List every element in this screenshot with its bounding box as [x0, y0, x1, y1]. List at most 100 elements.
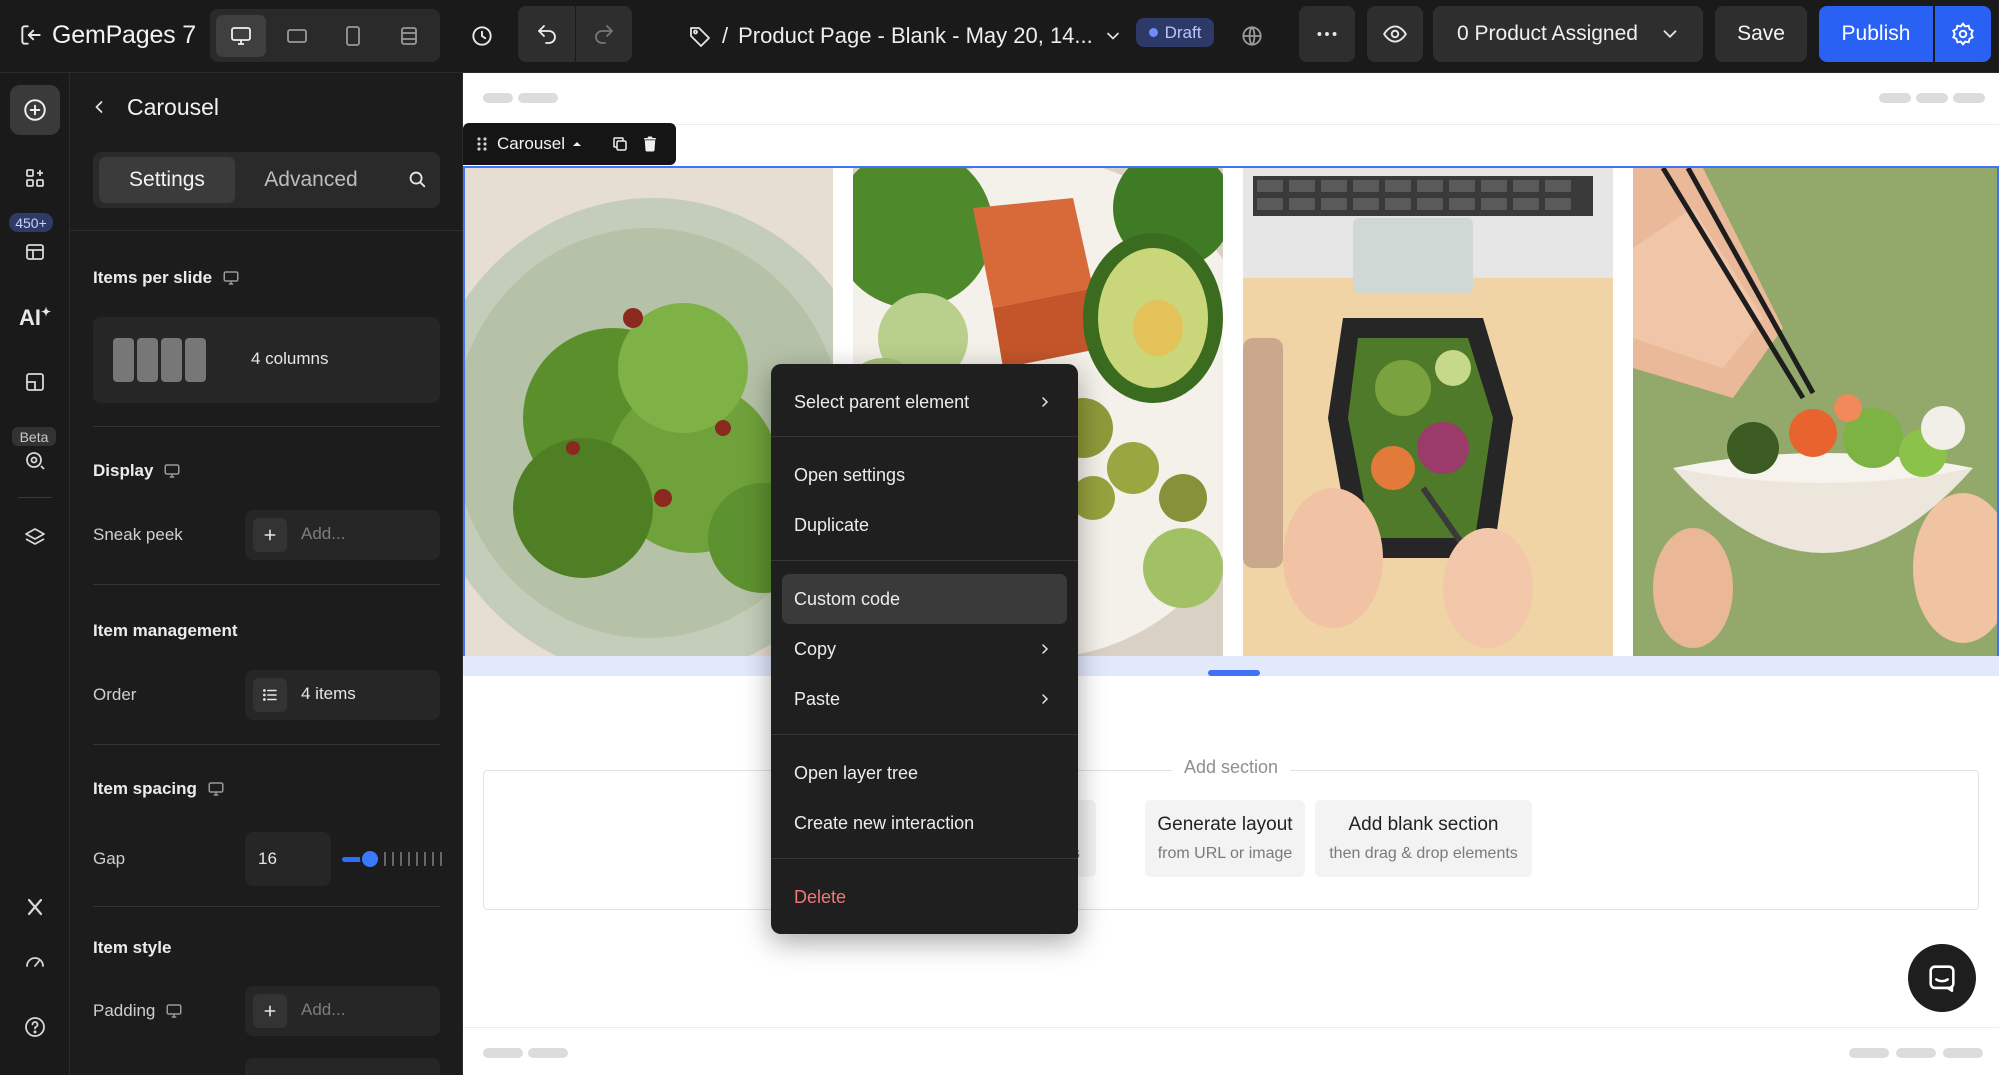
menu-item-paste[interactable]: Paste [782, 674, 1067, 724]
left-icon-rail: 450+ AI ✦ Beta [0, 73, 70, 1075]
more-options-button[interactable] [1299, 6, 1355, 62]
history-button[interactable] [460, 14, 504, 58]
gap-value: 16 [258, 849, 277, 868]
speed-button[interactable] [10, 936, 60, 986]
item-spacing-label: Item spacing [93, 779, 197, 798]
elements-icon [26, 169, 44, 187]
selected-element-toolbar: Carousel [463, 123, 676, 165]
generate-layout-card[interactable]: Generate layout from URL or image [1145, 800, 1305, 877]
page-name-selector[interactable]: / Product Page - Blank - May 20, 14... [688, 14, 1123, 58]
templates-button[interactable] [10, 227, 60, 277]
layers-button[interactable] [10, 513, 60, 563]
undo-button[interactable] [518, 6, 575, 62]
tablet-landscape-view-button[interactable] [272, 15, 322, 57]
padding-label: Padding [93, 1001, 156, 1020]
x-icon [27, 898, 43, 916]
redo-button[interactable] [575, 6, 632, 62]
eye-icon [1383, 25, 1407, 43]
carousel-resize-handle[interactable] [1208, 670, 1260, 676]
add-blank-section-card[interactable]: Add blank section then drag & drop eleme… [1315, 800, 1532, 877]
desktop-icon [164, 464, 180, 478]
generate-layout-subtitle: from URL or image [1157, 845, 1293, 862]
menu-item-create-interaction[interactable]: Create new interaction [782, 798, 1067, 848]
publish-settings-button[interactable] [1935, 6, 1991, 62]
exit-button[interactable] [14, 18, 48, 52]
menu-item-label: Paste [794, 688, 841, 709]
selected-element-name[interactable]: Carousel [497, 134, 565, 154]
editor-canvas[interactable]: Carousel Add section ates perts Generate… [463, 73, 1999, 1075]
history-icon [472, 26, 492, 46]
tablet-view-button[interactable] [328, 15, 378, 57]
order-field[interactable]: 4 items [245, 670, 440, 720]
gear-icon [1952, 22, 1974, 46]
gap-input[interactable]: 16 [245, 832, 331, 886]
padding-field[interactable]: Add... [245, 986, 440, 1036]
ai-button[interactable]: AI ✦ [10, 293, 60, 343]
panel-search-button[interactable] [406, 168, 428, 195]
gap-slider-handle[interactable] [360, 849, 380, 869]
settings-panel: Carousel Settings Advanced Items per sli… [70, 73, 463, 1075]
app-logo: GemPages 7 [52, 18, 196, 52]
search-icon [409, 171, 426, 188]
language-button[interactable] [1230, 14, 1274, 58]
mobile-icon [401, 27, 417, 45]
chevron-left-icon [95, 101, 103, 113]
device-switcher [210, 9, 440, 62]
items-per-slide-heading: Items per slide [93, 266, 240, 290]
caret-up-icon[interactable] [571, 138, 583, 150]
menu-item-copy[interactable]: Copy [782, 624, 1067, 674]
context-menu: Select parent element Open settings Dupl… [771, 364, 1078, 934]
duplicate-icon[interactable] [611, 135, 629, 153]
menu-item-delete[interactable]: Delete [782, 872, 1067, 922]
ai-tool-icon [26, 452, 45, 470]
status-badge: Draft [1136, 18, 1214, 47]
more-icon [1317, 32, 1337, 36]
add-element-button[interactable] [10, 85, 60, 135]
chat-icon [1929, 965, 1955, 993]
back-button[interactable] [87, 95, 111, 119]
mobile-view-button[interactable] [384, 15, 434, 57]
menu-item-custom-code[interactable]: Custom code [782, 574, 1067, 624]
help-button[interactable] [10, 1002, 60, 1052]
desktop-view-button[interactable] [216, 15, 266, 57]
tab-settings[interactable]: Settings [99, 157, 235, 203]
page-path-prefix: / [722, 23, 729, 48]
ai-tool-button[interactable] [10, 435, 60, 485]
ai-icon: AI [18, 305, 41, 330]
desktop-icon [208, 782, 224, 796]
chevron-right-icon [1042, 397, 1049, 407]
x-button[interactable] [10, 882, 60, 932]
save-button[interactable]: Save [1715, 6, 1807, 62]
desktop-icon [166, 1004, 182, 1018]
list-icon [253, 678, 287, 712]
trash-icon[interactable] [641, 135, 659, 153]
menu-item-label: Select parent element [794, 391, 970, 412]
tab-advanced[interactable]: Advanced [243, 157, 379, 203]
menu-item-select-parent[interactable]: Select parent element [782, 377, 1067, 427]
pages-button[interactable] [10, 357, 60, 407]
item-style-heading: Item style [93, 938, 172, 957]
padding-placeholder: Add... [301, 1000, 346, 1019]
item-spacing-heading: Item spacing [93, 777, 225, 801]
drag-handle-icon[interactable] [475, 135, 489, 153]
chevron-down-icon [1663, 30, 1677, 39]
product-assign-dropdown[interactable]: 0 Product Assigned [1433, 6, 1703, 62]
add-icon [24, 99, 46, 121]
columns-icon [113, 338, 206, 382]
speed-icon [26, 957, 44, 967]
menu-item-open-layer-tree[interactable]: Open layer tree [782, 748, 1067, 798]
columns-selector[interactable]: 4 columns [93, 317, 440, 403]
chevron-right-icon [1042, 694, 1049, 704]
gap-slider[interactable] [342, 846, 442, 872]
elements-button[interactable] [10, 153, 60, 203]
globe-icon [1242, 26, 1262, 46]
publish-button[interactable]: Publish [1819, 6, 1933, 62]
preview-button[interactable] [1367, 6, 1423, 62]
columns-value: 4 columns [251, 349, 329, 368]
menu-item-duplicate[interactable]: Duplicate [782, 500, 1067, 550]
sneak-peek-field[interactable]: Add... [245, 510, 440, 560]
menu-item-open-settings[interactable]: Open settings [782, 450, 1067, 500]
support-chat-button[interactable] [1908, 944, 1976, 1012]
plus-icon [253, 994, 287, 1028]
next-field[interactable] [245, 1058, 440, 1075]
